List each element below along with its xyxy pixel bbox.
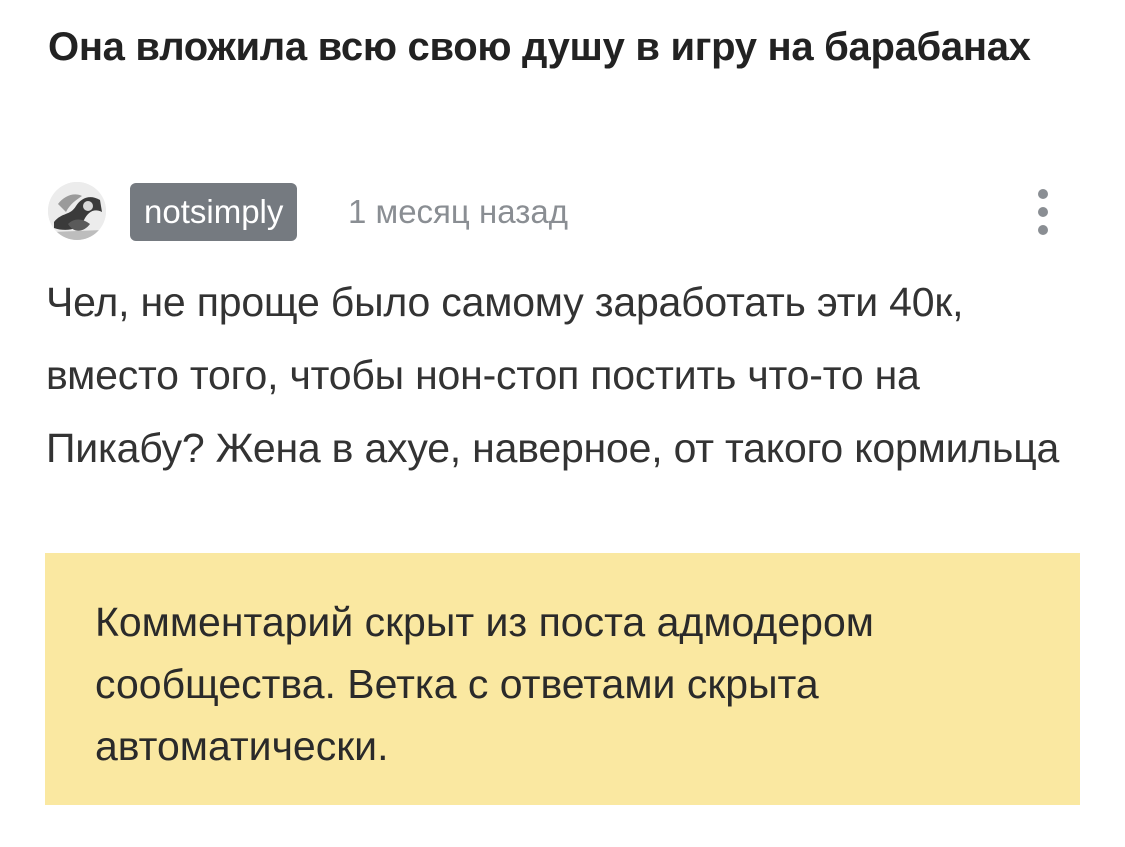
comment-timestamp[interactable]: 1 месяц назад	[348, 183, 568, 241]
comment-text: Чел, не проще было самому заработать эти…	[46, 279, 1060, 471]
hidden-comment-notice: Комментарий скрыт из поста адмодером соо…	[45, 553, 1080, 805]
username-badge[interactable]: notsimply	[130, 183, 298, 241]
menu-dot	[1038, 189, 1048, 199]
post-title[interactable]: Она вложила всю свою душу в игру на бара…	[48, 20, 1048, 74]
menu-dot	[1038, 225, 1048, 235]
menu-dot	[1038, 207, 1048, 217]
more-vertical-icon[interactable]	[1030, 185, 1056, 239]
user-avatar-image	[48, 182, 106, 240]
avatar[interactable]	[48, 182, 106, 240]
comment-header: notsimply 1 месяц назад	[48, 180, 1058, 244]
hidden-comment-notice-text: Комментарий скрыт из поста адмодером соо…	[95, 599, 874, 769]
